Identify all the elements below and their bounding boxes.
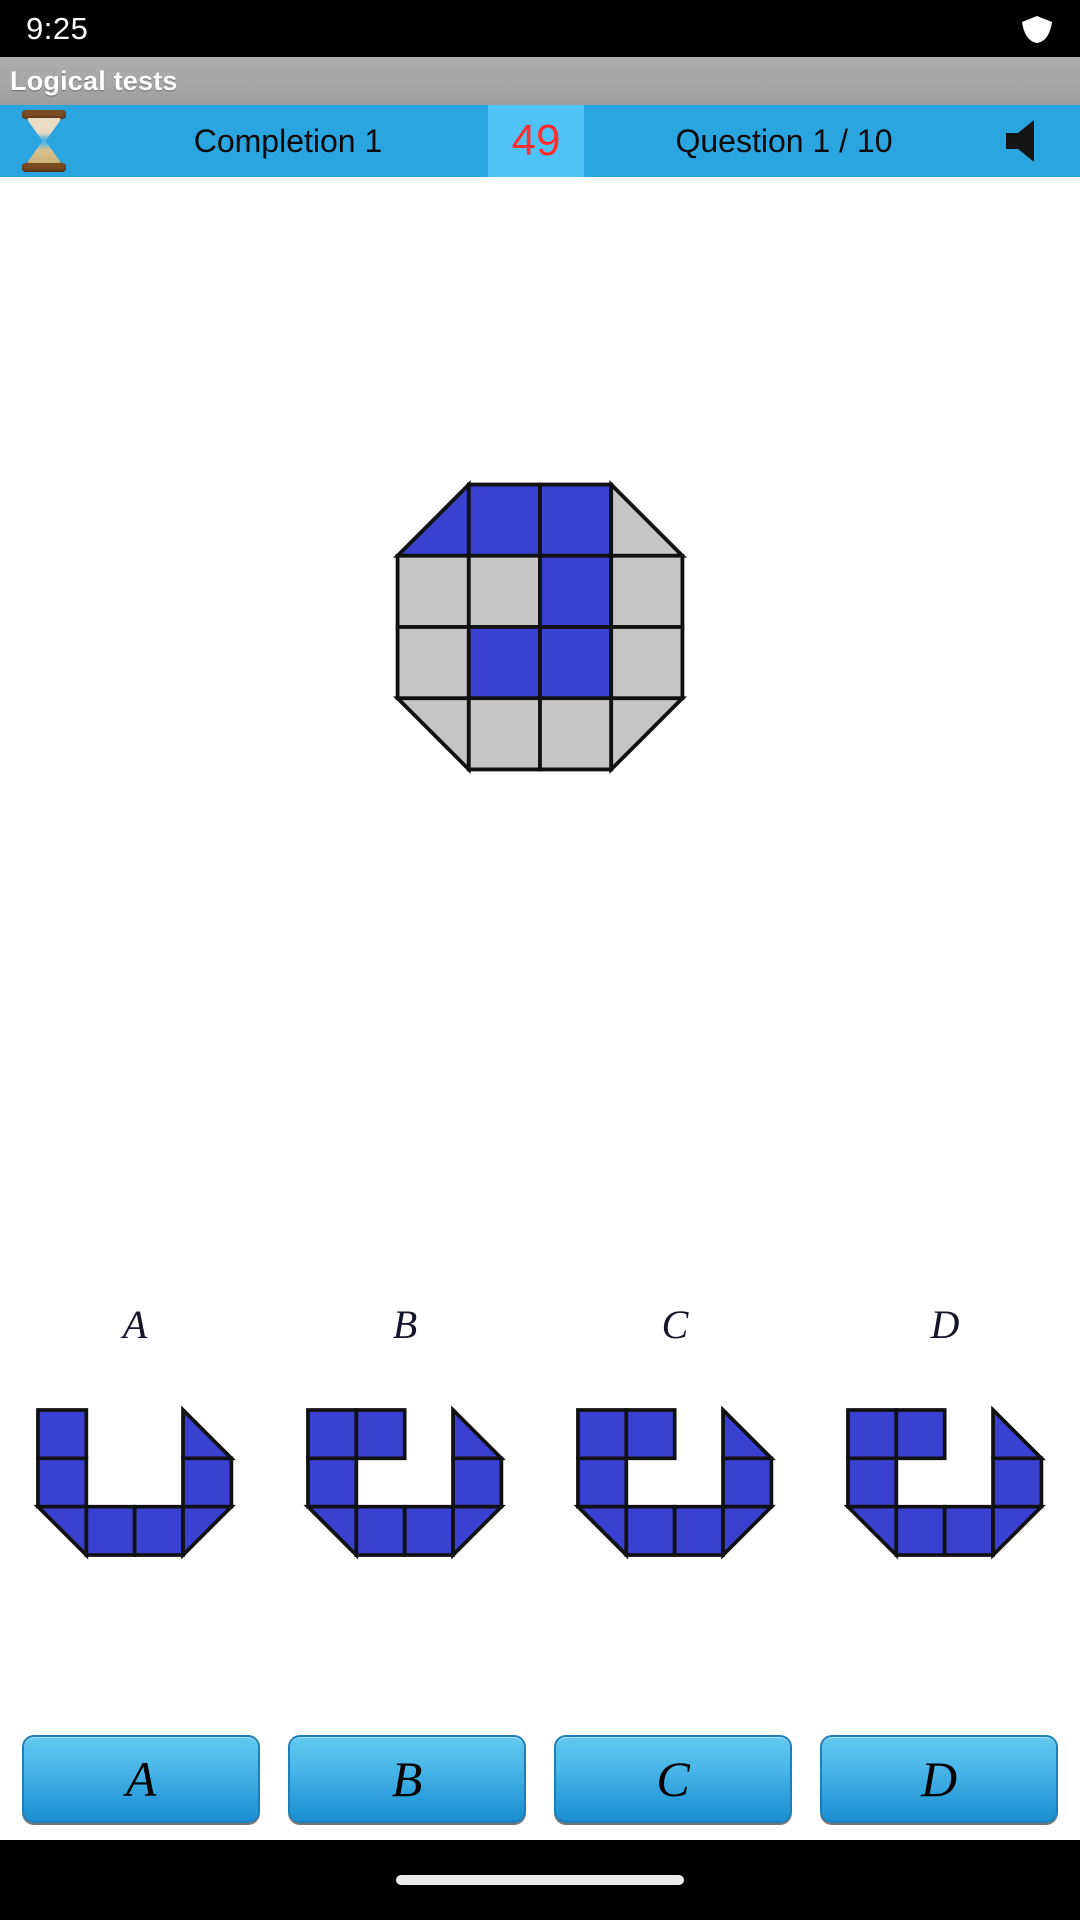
answer-options-row: A B C D (0, 1297, 1080, 1567)
prompt-octagon-figure (393, 480, 687, 774)
speaker-icon (1006, 120, 1034, 162)
answer-button-bar: A B C D (0, 1718, 1080, 1840)
option-a-shape (33, 1405, 237, 1560)
answer-button-c-label: C (656, 1751, 690, 1807)
status-bar-icons (1020, 14, 1054, 44)
answer-button-b-label: B (391, 1751, 423, 1807)
option-d-shape (843, 1405, 1047, 1560)
answer-button-a-label: A (125, 1751, 157, 1807)
option-d-letter: D (930, 1302, 960, 1347)
answer-button-d[interactable]: D (820, 1735, 1058, 1823)
question-counter-label: Question 1 / 10 (675, 122, 893, 159)
puzzle-area: A B C D (0, 177, 1080, 1740)
option-b-letter: B (392, 1302, 418, 1347)
answer-button-a[interactable]: A (22, 1735, 260, 1823)
timer-cell: 49 (488, 105, 584, 177)
status-bar: 9:25 (0, 0, 1080, 57)
gesture-nav-pill[interactable] (396, 1875, 684, 1885)
gesture-nav-bar (0, 1840, 1080, 1920)
wifi-icon (1022, 15, 1052, 43)
completion-cell: Completion 1 (88, 105, 488, 177)
option-b-shape (303, 1405, 507, 1560)
option-b[interactable]: B (270, 1297, 540, 1567)
answer-button-b[interactable]: B (288, 1735, 526, 1823)
option-c[interactable]: C (540, 1297, 810, 1567)
option-c-shape (573, 1405, 777, 1560)
hourglass-icon (21, 110, 67, 172)
option-a-letter: A (122, 1302, 148, 1347)
hourglass-button[interactable] (0, 105, 88, 177)
speaker-button[interactable] (984, 105, 1080, 177)
prompt-figure-wrap (0, 477, 1080, 777)
timer-value: 49 (511, 116, 561, 165)
app-title: Logical tests (10, 65, 178, 96)
completion-label: Completion 1 (193, 122, 383, 159)
status-bar-clock: 9:25 (26, 10, 89, 46)
option-a[interactable]: A (0, 1297, 270, 1567)
question-counter-cell: Question 1 / 10 (584, 105, 984, 177)
option-d[interactable]: D (810, 1297, 1080, 1567)
answer-button-d-label: D (920, 1751, 958, 1807)
answer-button-c[interactable]: C (554, 1735, 792, 1823)
app-title-bar: Logical tests (0, 57, 1080, 105)
info-bar: Completion 1 49 Question 1 / 10 (0, 105, 1080, 177)
option-c-letter: C (661, 1302, 689, 1347)
